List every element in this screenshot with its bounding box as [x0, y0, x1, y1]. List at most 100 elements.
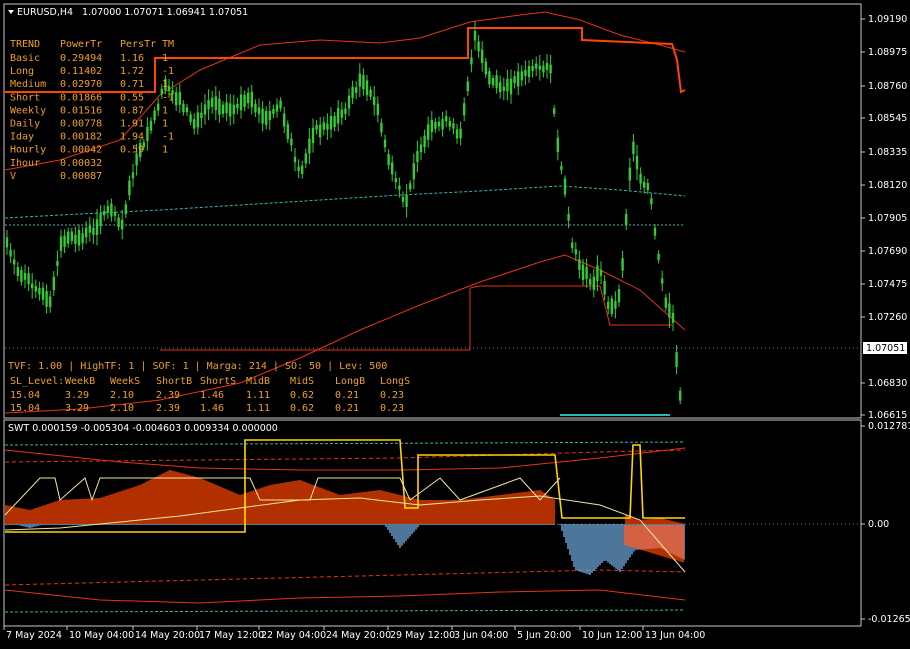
time-tick-label: 10 Jun 12:00	[582, 630, 642, 641]
trend-header: TREND	[10, 39, 40, 50]
sl-cell: 2.10	[110, 403, 134, 414]
trend-cell: 1.91	[120, 119, 144, 130]
candle-body	[657, 253, 660, 260]
price-tick-label: 1.06615	[868, 410, 907, 421]
price-tick-label: 1.07260	[868, 312, 907, 323]
candle-body	[574, 249, 577, 255]
candle-body	[167, 85, 171, 92]
trend-cell: Basic	[10, 53, 40, 64]
top-band	[4, 441, 686, 446]
candle-body	[671, 312, 675, 323]
candle-body	[506, 78, 509, 92]
time-axis: 7 May 2024 10 May 04:00 14 May 20:0017 May…	[3, 626, 705, 641]
candle-body	[153, 110, 156, 121]
candle-body	[203, 104, 207, 115]
candle-body	[376, 103, 379, 116]
candle-body	[531, 65, 534, 71]
candle-body	[67, 231, 70, 244]
candle-body	[200, 112, 203, 119]
candle-body	[589, 279, 592, 285]
trend-cell: -1	[162, 66, 174, 77]
candle-body	[293, 156, 297, 163]
trend-cell: -1	[162, 132, 174, 143]
candle-body	[27, 273, 30, 285]
candle-body	[614, 300, 617, 309]
candle-body	[437, 121, 441, 127]
candle-body	[621, 258, 624, 271]
candle-body	[484, 61, 487, 75]
ohlc-readout: 1.07000 1.07071 1.06941 1.07051	[82, 7, 248, 18]
candle-body	[509, 78, 513, 95]
price-tick-label: 1.08335	[868, 147, 907, 158]
time-tick-label: 14 May 20:00	[135, 630, 200, 641]
trend-header: TM	[162, 39, 174, 50]
candle-body	[337, 108, 340, 124]
trend-cell: Weekly	[10, 105, 46, 116]
time-tick-label: 7 May 2024	[6, 630, 62, 641]
candle-body	[34, 286, 37, 292]
candle-body	[650, 198, 653, 205]
candle-body	[571, 242, 574, 249]
candle-body	[427, 124, 430, 140]
price-tick-label: 1.07905	[868, 213, 907, 224]
candle-body	[74, 234, 77, 244]
sl-info-line: TVF: 1.00 | HighTF: 1 | SOF: 1 | Marga: …	[8, 361, 387, 372]
candle-body	[207, 99, 210, 110]
candle-body	[581, 264, 585, 280]
chart-canvas[interactable]: EURUSD,H4 1.07000 1.07071 1.06941 1.0705…	[0, 0, 910, 649]
time-tick-label: 10 May 04:00	[69, 630, 134, 641]
candle-body	[31, 283, 34, 289]
candle-body	[182, 103, 185, 113]
trend-cell: 1	[162, 105, 168, 116]
candle-body	[607, 301, 610, 309]
candle-body	[473, 30, 477, 41]
candle-body	[279, 100, 282, 109]
chart-menu-icon[interactable]	[8, 10, 14, 14]
candle-body	[340, 109, 343, 118]
candle-body	[567, 213, 570, 221]
candle-body	[178, 92, 181, 105]
sl-cell: 0.62	[290, 390, 314, 401]
candle-body	[56, 260, 59, 266]
candle-body	[347, 95, 351, 109]
trend-cell: Short	[10, 92, 40, 103]
candle-body	[290, 138, 293, 146]
candle-body	[326, 123, 329, 130]
symbol-label: EURUSD,H4	[17, 7, 73, 18]
candle-body	[639, 173, 642, 184]
trend-cell: 1.16	[120, 53, 144, 64]
candle-body	[412, 163, 415, 180]
candle-body	[423, 135, 426, 148]
candle-body	[391, 162, 394, 175]
candle-body	[189, 114, 192, 123]
candle-body	[333, 116, 336, 128]
candle-body	[455, 129, 459, 139]
candle-body	[85, 227, 88, 238]
trend-cell: 1.72	[120, 66, 144, 77]
candle-body	[95, 219, 99, 235]
signal-step-line	[5, 439, 685, 533]
candle-body	[679, 390, 682, 401]
candle-body	[88, 225, 91, 233]
candle-body	[603, 280, 606, 295]
candle-body	[81, 233, 84, 244]
time-tick-label: 24 May 20:00	[326, 630, 391, 641]
candle-body	[301, 165, 304, 174]
candle-body	[517, 71, 520, 87]
mt4-chart-window[interactable]: EURUSD,H4 1.07000 1.07071 1.06941 1.0705…	[0, 0, 910, 649]
candle-body	[459, 128, 462, 139]
indicator-axis: 0.012781 0.00 -0.012658	[861, 421, 910, 625]
support-step-line	[160, 285, 672, 351]
candle-body	[553, 108, 556, 114]
candle-body	[329, 115, 333, 130]
sl-header: WeekB	[65, 376, 95, 387]
candle-body	[441, 119, 444, 130]
trend-cell: -1	[162, 92, 174, 103]
candle-body	[5, 237, 9, 248]
trend-cell: 1	[162, 53, 168, 64]
trend-cell: 1	[162, 119, 168, 130]
candle-body	[232, 104, 235, 115]
candle-body	[9, 249, 12, 257]
sl-cell: 0.21	[335, 390, 359, 401]
indicator-title: SWT 0.000159 -0.005304 -0.004603 0.00933…	[8, 423, 278, 434]
